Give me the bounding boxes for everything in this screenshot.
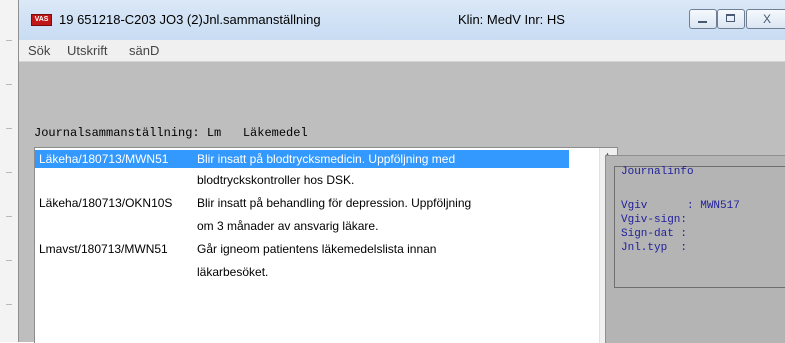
journalinfo-frame: [614, 166, 785, 288]
info-field-vgiv: Vgiv : MWN517: [621, 200, 740, 212]
row-source: Lmavst/180713/MWN51: [39, 242, 168, 256]
journal-row[interactable]: Läkeha/180713/MWN51 Blir insatt på blodt…: [35, 150, 569, 168]
row-text: Går igneom patientens läkemedelslista in…: [197, 242, 437, 256]
row-source: Läkeha/180713/OKN10S: [39, 196, 173, 210]
menu-item-sok[interactable]: Sök: [28, 43, 50, 58]
menu-bar: Sök Utskrift sänD: [19, 40, 785, 62]
row-text: läkarbesöket.: [197, 265, 269, 279]
journal-list[interactable]: Läkeha/180713/MWN51 Blir insatt på blodt…: [34, 147, 618, 343]
gutter-tick: [6, 304, 12, 305]
maximize-button[interactable]: [717, 9, 745, 29]
section-heading: Journalsammanställning: Lm Läkemedel: [34, 126, 308, 140]
journalinfo-title: Journalinfo: [621, 166, 694, 178]
info-field-vgiv-sign: Vgiv-sign:: [621, 214, 688, 226]
title-bar[interactable]: VAS 19 651218-C203 JO3 (2)Jnl.sammanstäl…: [19, 0, 785, 40]
row-text: blodtryckskontroller hos DSK.: [197, 173, 355, 187]
row-text: Blir insatt på behandling för depression…: [197, 196, 472, 210]
gutter-tick: [6, 172, 12, 173]
window-title: 19 651218-C203 JO3 (2)Jnl.sammanställnin…: [59, 12, 321, 27]
gutter-tick: [6, 84, 12, 85]
left-gutter: [0, 0, 19, 342]
app-icon: VAS: [31, 14, 52, 26]
journalinfo-panel: Journalinfo Vgiv : MWN517 Vgiv-sign: Sig…: [605, 155, 785, 343]
clinic-context: Klin: MedV Inr: HS: [458, 12, 565, 27]
gutter-tick: [6, 40, 12, 41]
minimize-icon: [698, 21, 707, 23]
maximize-icon: [726, 14, 735, 22]
row-source: Läkeha/180713/MWN51: [39, 152, 169, 166]
info-field-sign-dat: Sign-dat :: [621, 228, 688, 240]
close-button[interactable]: X: [746, 9, 785, 29]
menu-item-sand[interactable]: sänD: [129, 43, 159, 58]
menu-item-utskrift[interactable]: Utskrift: [67, 43, 107, 58]
row-text: om 3 månader av ansvarig läkare.: [197, 219, 379, 233]
row-text: Blir insatt på blodtrycksmedicin. Uppföl…: [197, 152, 456, 166]
minimize-button[interactable]: [689, 9, 717, 29]
close-icon: X: [762, 12, 771, 26]
gutter-tick: [6, 260, 12, 261]
gutter-tick: [6, 216, 12, 217]
app-window: VAS 19 651218-C203 JO3 (2)Jnl.sammanstäl…: [18, 0, 785, 343]
info-field-jnl-typ: Jnl.typ :: [621, 242, 688, 254]
gutter-tick: [6, 128, 12, 129]
